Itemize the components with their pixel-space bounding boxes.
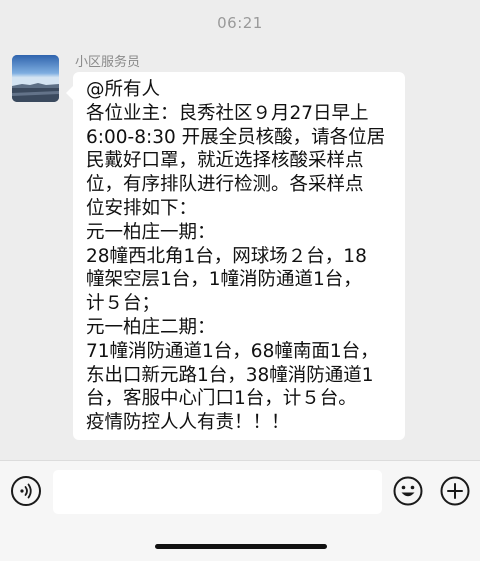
message-line: 71幢消防通道1台，68幢南面1台， <box>86 340 379 362</box>
message-line: @所有人 <box>86 79 161 100</box>
message-line: 元一柏庄二期： <box>86 316 216 338</box>
message-bubble[interactable]: @所有人 各位业主：良秀社区９月27日早上 6:00-8:30 开展全员核酸，请… <box>66 72 405 440</box>
message-line: 位，有序排队进行检测。各采样点 <box>86 174 364 196</box>
message-line: 疫情防控人人有责！！！ <box>86 412 290 434</box>
plus-icon <box>440 476 470 506</box>
message-line: 位安排如下： <box>86 197 198 219</box>
message-line: 台，客服中心门口1台，计５台。 <box>86 388 357 410</box>
message-line: 元一柏庄一期： <box>86 221 216 243</box>
emoji-button[interactable] <box>393 476 423 506</box>
sender-avatar[interactable] <box>12 55 59 102</box>
sender-name: 小区服务员 <box>75 55 141 70</box>
message-line: 28幢西北角1台，网球场２台，18 <box>86 245 367 267</box>
emoji-icon <box>393 476 423 506</box>
avatar-landscape-icon <box>12 55 59 102</box>
message-line: 东出口新元路1台，38幢消防通道1 <box>86 364 374 386</box>
message-line: 6:00-8:30 开展全员核酸，请各位居 <box>86 126 386 148</box>
message-line: 各位业主：良秀社区９月27日早上 <box>86 102 369 124</box>
voice-icon <box>20 483 32 499</box>
message-input[interactable] <box>53 470 382 514</box>
message-line: 幢架空层1台，1幢消防通道1台， <box>86 269 362 291</box>
more-options-button[interactable] <box>440 476 470 506</box>
home-indicator[interactable] <box>155 544 327 549</box>
message-timestamp: 06:21 <box>217 14 263 32</box>
message-line: 民戴好口罩，就近选择核酸采样点 <box>86 150 364 172</box>
voice-button[interactable] <box>11 476 41 506</box>
message-line: 计５台； <box>86 293 161 315</box>
